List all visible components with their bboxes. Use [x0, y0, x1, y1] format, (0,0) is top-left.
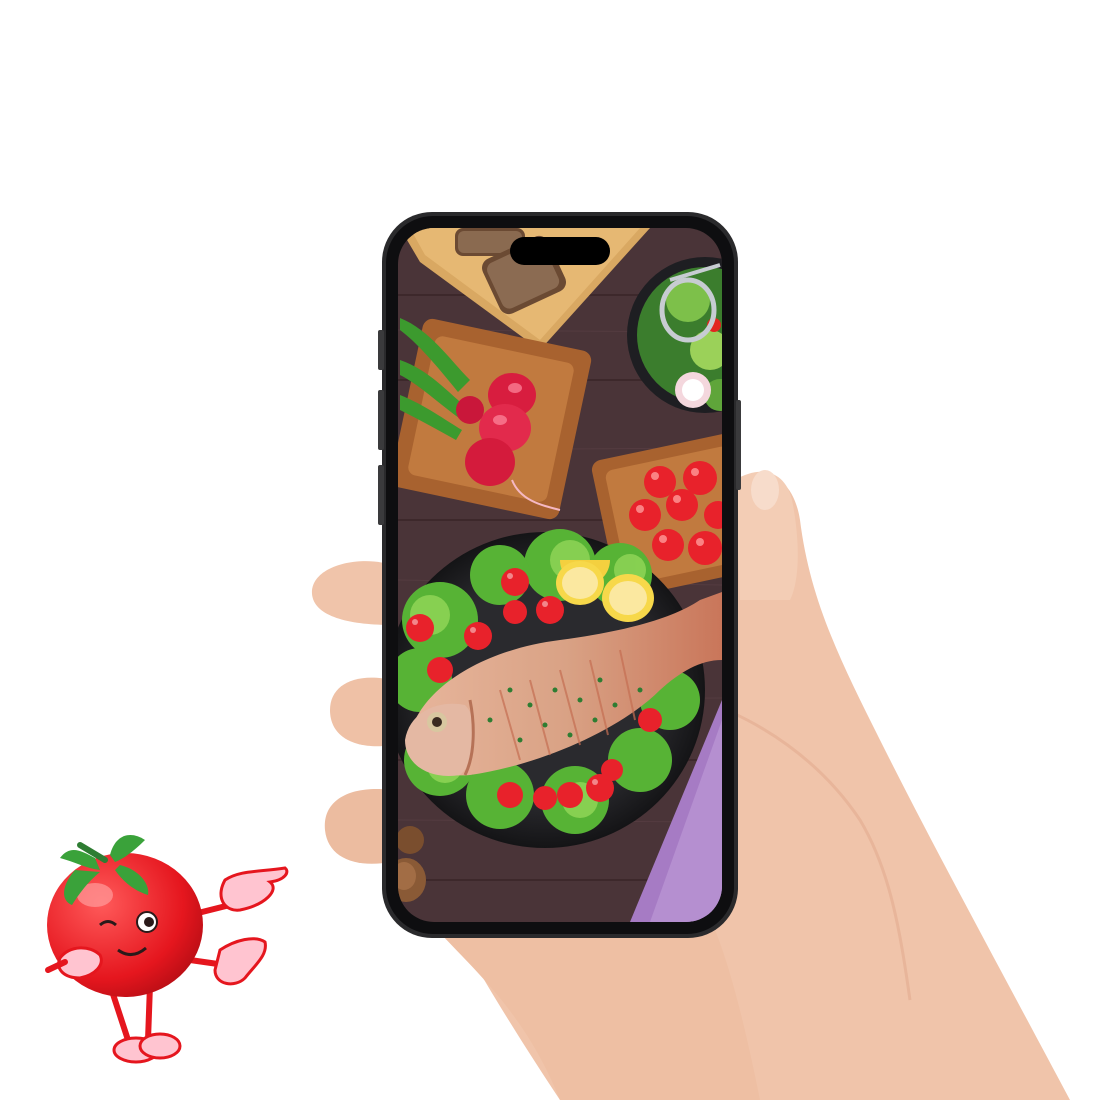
product-photo [0, 0, 1100, 1100]
scene-illustration [45, 212, 1070, 1100]
tomato-mascot-icon [45, 835, 289, 1064]
